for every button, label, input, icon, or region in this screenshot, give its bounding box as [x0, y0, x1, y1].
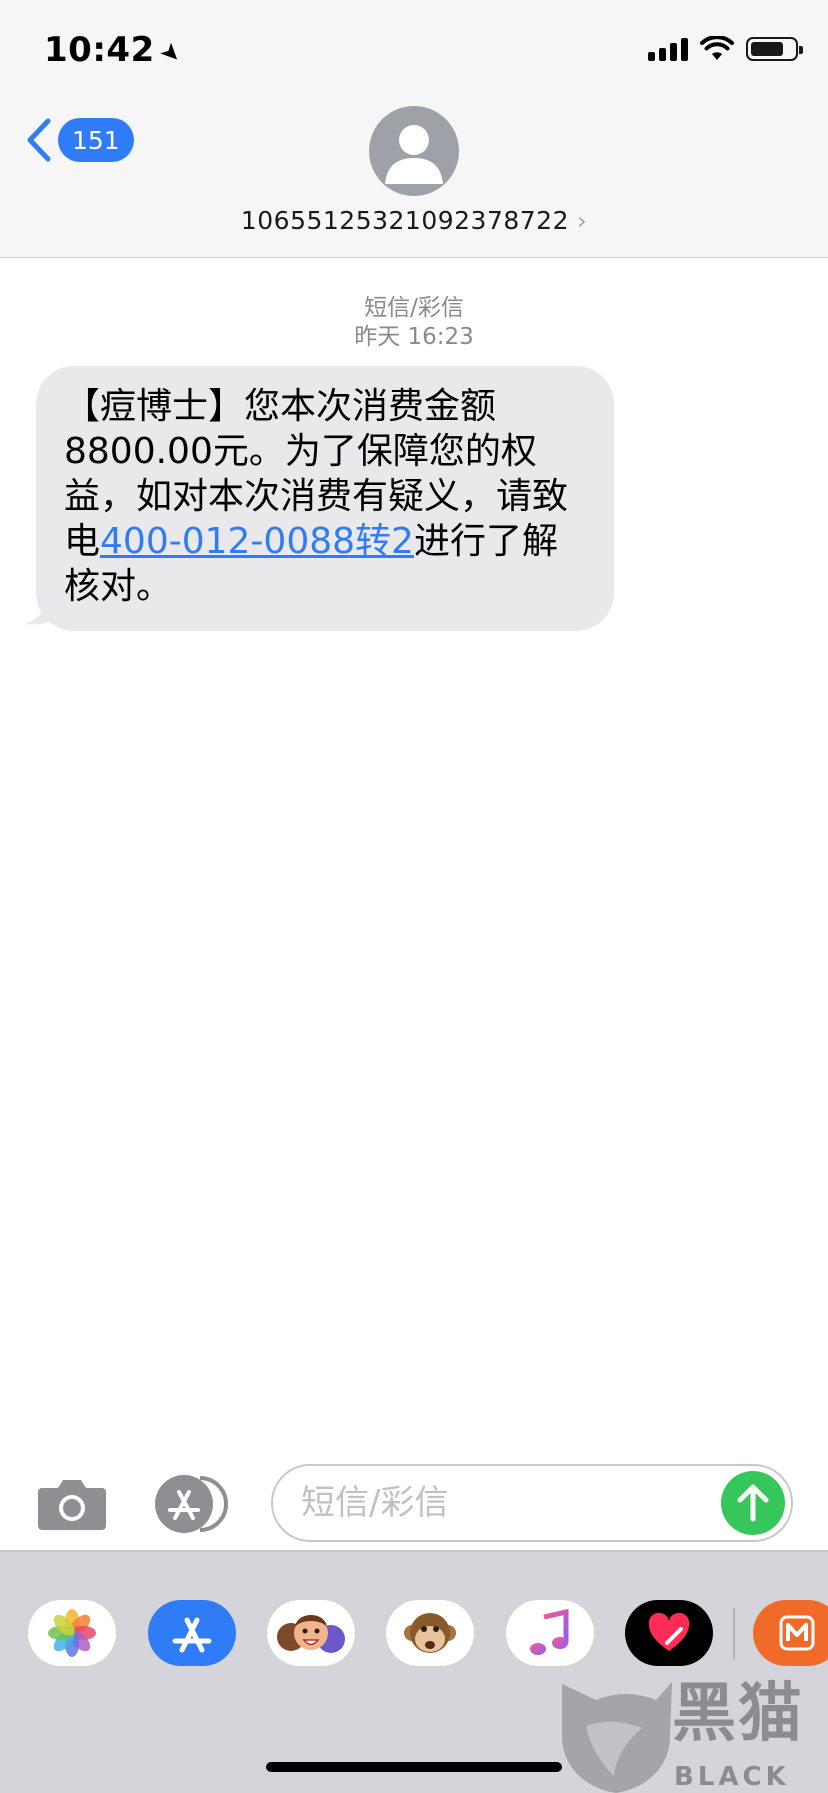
drawer-divider — [0, 1550, 828, 1552]
app-store-button[interactable] — [154, 1474, 232, 1534]
location-arrow-icon: ➤ — [153, 35, 189, 71]
chevron-right-icon: › — [577, 207, 588, 235]
arrow-up-icon — [737, 1484, 769, 1522]
clock-text: 10:42 — [44, 30, 155, 70]
message-input-field[interactable] — [271, 1464, 793, 1542]
home-indicator[interactable] — [266, 1762, 562, 1772]
camera-button[interactable] — [36, 1476, 108, 1532]
music-app-icon[interactable] — [506, 1600, 594, 1666]
send-button[interactable] — [721, 1471, 785, 1535]
unread-count-badge: 151 — [58, 118, 134, 162]
battery-icon — [746, 37, 803, 61]
phone-number-link[interactable]: 400-012-0088转2 — [100, 521, 414, 562]
back-button[interactable]: 151 — [26, 118, 134, 162]
digital-touch-app-icon[interactable] — [625, 1600, 713, 1666]
animoji-app-icon[interactable] — [386, 1600, 474, 1666]
contact-number: 10655125321092378722 — [240, 206, 569, 235]
photos-app-icon[interactable] — [28, 1600, 116, 1666]
message-input[interactable] — [301, 1478, 701, 1528]
person-icon — [385, 125, 443, 184]
incoming-message-bubble[interactable]: 【痘博士】您本次消费金额8800.00元。为了保障您的权益，如对本次消费有疑义，… — [36, 366, 614, 631]
watermark-text: 黑猫 — [672, 1677, 804, 1751]
app-store-app-icon[interactable] — [148, 1600, 236, 1666]
drawer-separator — [733, 1608, 735, 1660]
memoji-app-icon[interactable] — [267, 1600, 355, 1666]
message-timestamp: 昨天 16:23 — [354, 324, 474, 350]
contact-name-row[interactable]: 10655125321092378722 › — [0, 206, 828, 235]
contact-avatar[interactable] — [369, 106, 459, 196]
watermark-subtext: BLACK CAT — [674, 1762, 790, 1793]
status-indicators — [648, 36, 803, 62]
wifi-icon — [700, 36, 734, 60]
status-time: 10:42➤ — [44, 30, 188, 70]
chevron-left-icon — [27, 118, 51, 162]
cellular-signal-icon — [648, 37, 688, 61]
mango-tv-app-icon[interactable] — [753, 1600, 828, 1666]
navigation-header: 10:42➤ 151 10655125321092378722 › — [0, 0, 828, 258]
